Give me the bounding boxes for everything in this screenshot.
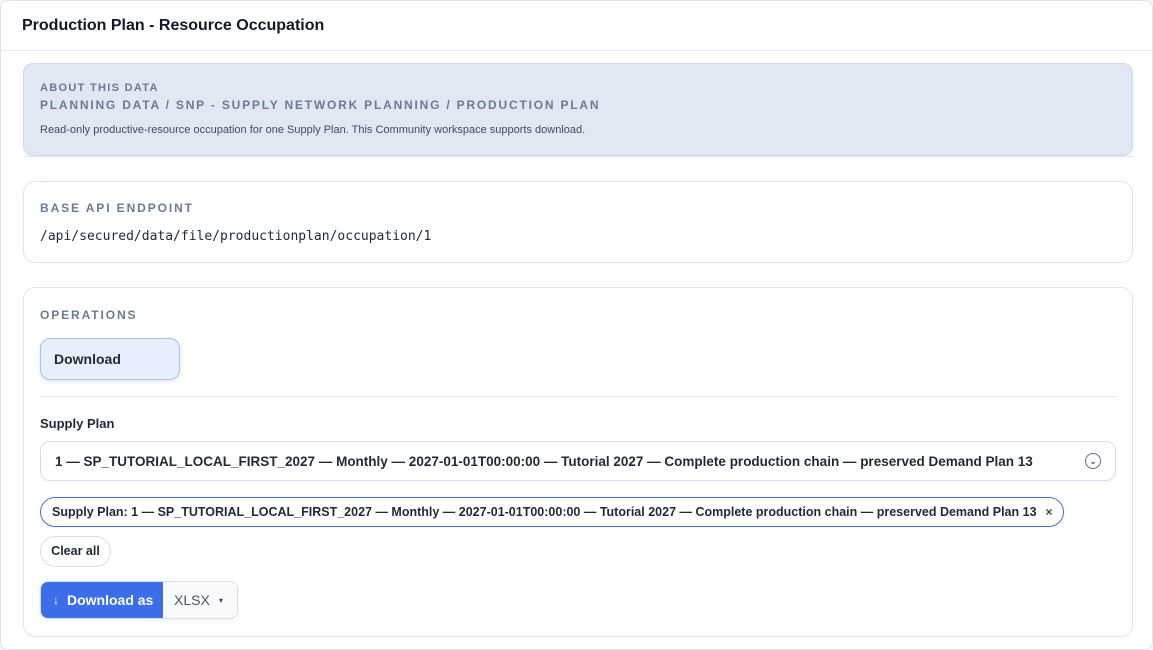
about-panel: ABOUT THIS DATA PLANNING DATA / SNP - SU… (23, 63, 1133, 156)
close-icon[interactable]: × (1046, 505, 1053, 519)
clear-all-button[interactable]: Clear all (40, 536, 111, 567)
format-select[interactable]: XLSX ▾ (163, 582, 237, 618)
supply-plan-selected-value: 1 — SP_TUTORIAL_LOCAL_FIRST_2027 — Month… (55, 453, 1033, 469)
page-header: Production Plan - Resource Occupation (1, 1, 1152, 51)
supply-plan-select[interactable]: 1 — SP_TUTORIAL_LOCAL_FIRST_2027 — Month… (40, 441, 1116, 481)
download-operation-button[interactable]: Download (40, 338, 180, 380)
about-description: Read-only productive-resource occupation… (40, 124, 586, 136)
caret-down-icon: ▾ (218, 595, 223, 605)
operations-label: OPERATIONS (40, 308, 138, 322)
operations-divider (40, 396, 1116, 397)
about-kicker: ABOUT THIS DATA (40, 82, 159, 94)
download-as-button[interactable]: ↓ Download as (41, 582, 163, 618)
about-path: PLANNING DATA / SNP - SUPPLY NETWORK PLA… (40, 98, 601, 112)
chevron-down-icon: ⌄ (1085, 453, 1101, 469)
supply-plan-label: Supply Plan (40, 416, 115, 431)
operations-card: OPERATIONS Download Supply Plan 1 — SP_T… (23, 287, 1133, 637)
page-title: Production Plan - Resource Occupation (22, 16, 325, 34)
download-arrow-icon: ↓ (53, 593, 59, 607)
download-as-label: Download as (67, 592, 154, 608)
format-value: XLSX (174, 592, 210, 608)
app-window: Production Plan - Resource Occupation AB… (0, 0, 1153, 650)
endpoint-value: /api/secured/data/file/productionplan/oc… (40, 229, 432, 244)
download-as-group: ↓ Download as XLSX ▾ (40, 581, 238, 619)
endpoint-label: BASE API ENDPOINT (40, 201, 194, 215)
endpoint-card: BASE API ENDPOINT /api/secured/data/file… (23, 181, 1133, 263)
supply-plan-filter-chip: Supply Plan: 1 — SP_TUTORIAL_LOCAL_FIRST… (40, 497, 1064, 527)
about-divider (23, 156, 1133, 157)
chip-label: Supply Plan: 1 — SP_TUTORIAL_LOCAL_FIRST… (52, 505, 1037, 519)
